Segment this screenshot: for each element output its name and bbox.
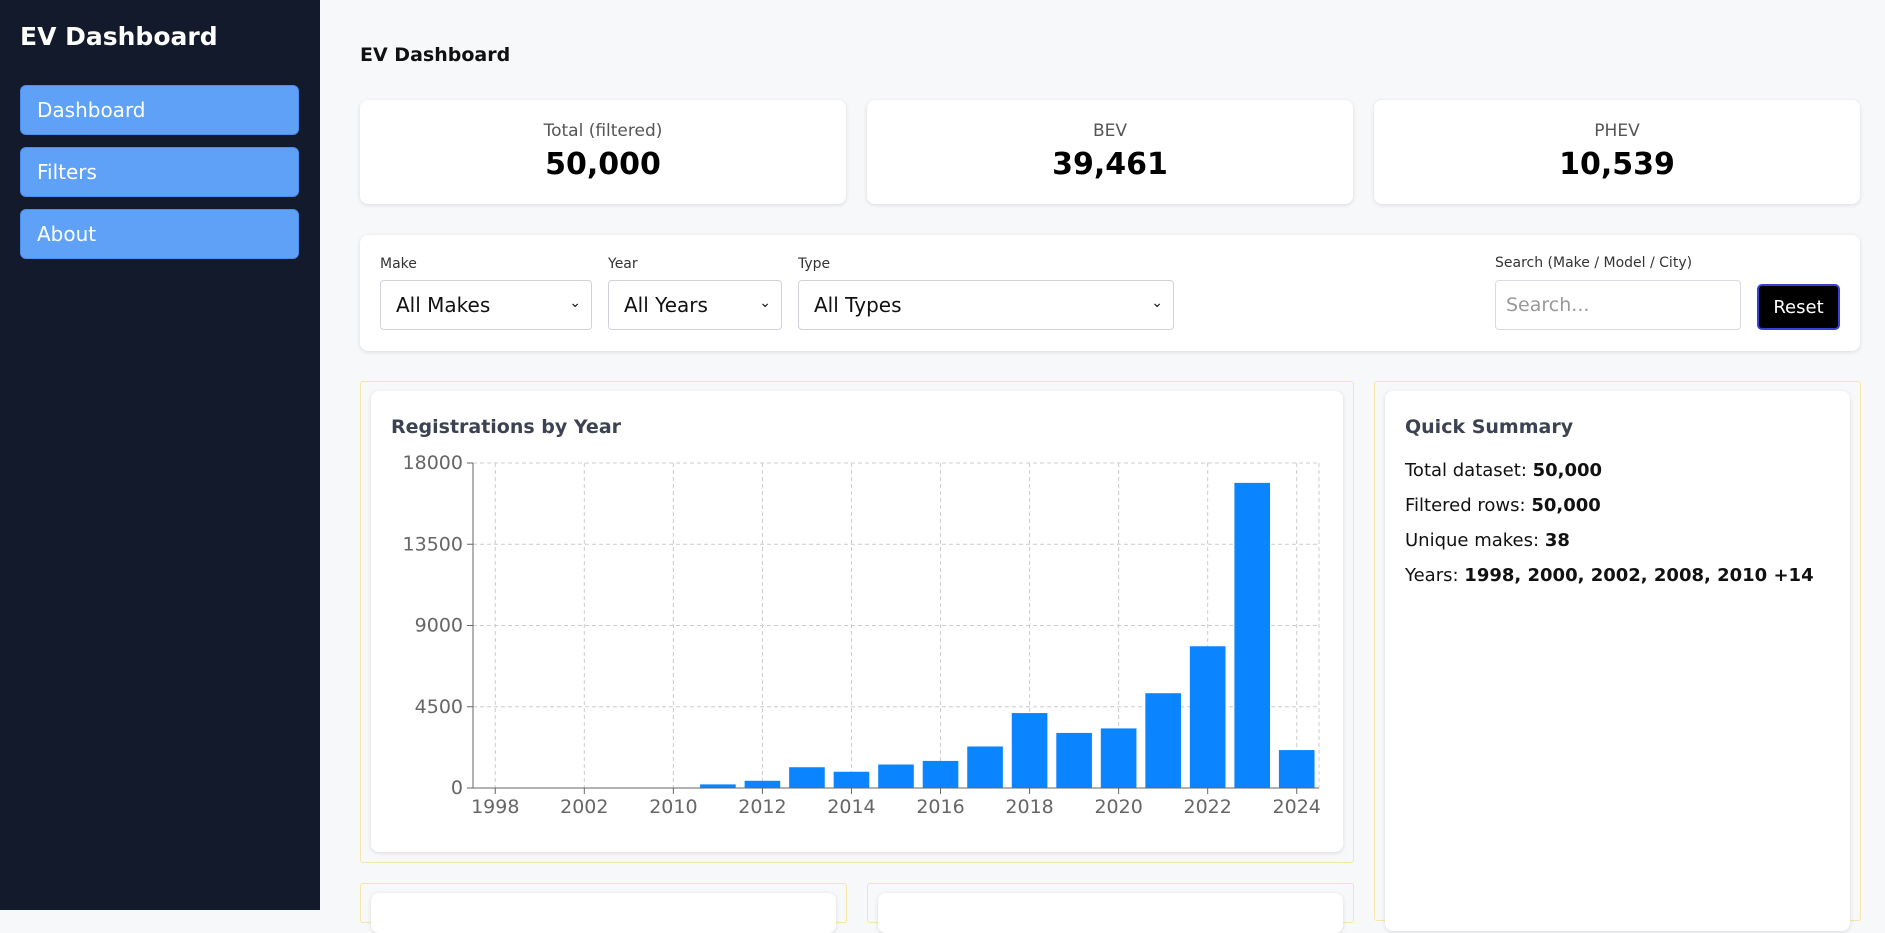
x-tick-label: 2002 <box>560 796 608 818</box>
summary-filtered-rows: Filtered rows: 50,000 <box>1405 495 1601 516</box>
bar-2018 <box>1012 713 1048 788</box>
search-placeholder: Search... <box>1506 294 1589 316</box>
registrations-by-year-chart: 0 4500 9000 13500 18000 1998 2002 2010 2012 2014 2… <box>371 391 1343 852</box>
bar-2017 <box>967 746 1003 788</box>
y-tick-label: 9000 <box>415 615 463 637</box>
chevron-down-icon: ⌄ <box>569 295 581 311</box>
sidebar-item-dashboard[interactable]: Dashboard <box>20 85 299 135</box>
summary-years: Years: 1998, 2000, 2002, 2008, 2010 +14 <box>1405 565 1814 586</box>
stat-label: PHEV <box>1374 121 1860 141</box>
x-tick-label: 2012 <box>738 796 786 818</box>
x-tick-label: 2016 <box>916 796 964 818</box>
type-filter-label: Type <box>798 256 830 272</box>
bar-2013 <box>789 767 825 788</box>
year-select[interactable]: All Years ⌄ <box>608 280 782 330</box>
sidebar-item-filters[interactable]: Filters <box>20 147 299 197</box>
search-label: Search (Make / Model / City) <box>1495 255 1692 271</box>
make-select-value: All Makes <box>396 293 490 317</box>
x-tick-label: 1998 <box>471 796 519 818</box>
chevron-down-icon: ⌄ <box>759 295 771 311</box>
sidebar: EV Dashboard Dashboard Filters About <box>0 0 320 910</box>
bar-2019 <box>1056 733 1092 788</box>
type-select[interactable]: All Types ⌄ <box>798 280 1174 330</box>
bottom-card-right <box>878 893 1343 933</box>
bar-2015 <box>878 765 914 788</box>
bar-2014 <box>834 772 870 788</box>
bar-2024 <box>1279 750 1315 788</box>
stat-card-bev: BEV 39,461 <box>867 100 1353 204</box>
year-select-value: All Years <box>624 293 708 317</box>
stat-card-phev: PHEV 10,539 <box>1374 100 1860 204</box>
bar-2011 <box>700 784 736 788</box>
stat-value: 39,461 <box>867 147 1353 182</box>
sidebar-item-about[interactable]: About <box>20 209 299 259</box>
y-tick-label: 13500 <box>403 533 463 555</box>
summary-total-dataset: Total dataset: 50,000 <box>1405 460 1602 481</box>
summary-unique-makes: Unique makes: 38 <box>1405 530 1570 551</box>
stat-card-total: Total (filtered) 50,000 <box>360 100 846 204</box>
type-select-value: All Types <box>814 293 902 317</box>
x-tick-label: 2014 <box>827 796 875 818</box>
stat-value: 50,000 <box>360 147 846 182</box>
chevron-down-icon: ⌄ <box>1151 295 1163 311</box>
page-title: EV Dashboard <box>360 44 510 66</box>
x-tick-label: 2024 <box>1273 796 1321 818</box>
bar-2023 <box>1234 483 1270 788</box>
summary-title: Quick Summary <box>1405 416 1573 438</box>
y-tick-label: 4500 <box>415 696 463 718</box>
search-input[interactable]: Search... <box>1495 280 1741 330</box>
x-tick-label: 2020 <box>1094 796 1142 818</box>
stat-value: 10,539 <box>1374 147 1860 182</box>
bar-2016 <box>923 761 959 788</box>
x-tick-label: 2022 <box>1184 796 1232 818</box>
bar-2022 <box>1190 646 1226 788</box>
stat-label: Total (filtered) <box>360 121 846 141</box>
bar-2020 <box>1101 728 1137 788</box>
x-tick-label: 2010 <box>649 796 697 818</box>
stat-label: BEV <box>867 121 1353 141</box>
make-select[interactable]: All Makes ⌄ <box>380 280 592 330</box>
bar-2012 <box>745 781 781 788</box>
sidebar-brand: EV Dashboard <box>20 22 218 51</box>
make-filter-label: Make <box>380 256 417 272</box>
x-tick-label: 2018 <box>1005 796 1053 818</box>
y-tick-label: 0 <box>451 777 463 799</box>
y-tick-label: 18000 <box>403 452 463 474</box>
bottom-card-left <box>371 893 836 933</box>
reset-button[interactable]: Reset <box>1757 284 1840 330</box>
bar-2021 <box>1145 693 1181 788</box>
year-filter-label: Year <box>608 256 638 272</box>
